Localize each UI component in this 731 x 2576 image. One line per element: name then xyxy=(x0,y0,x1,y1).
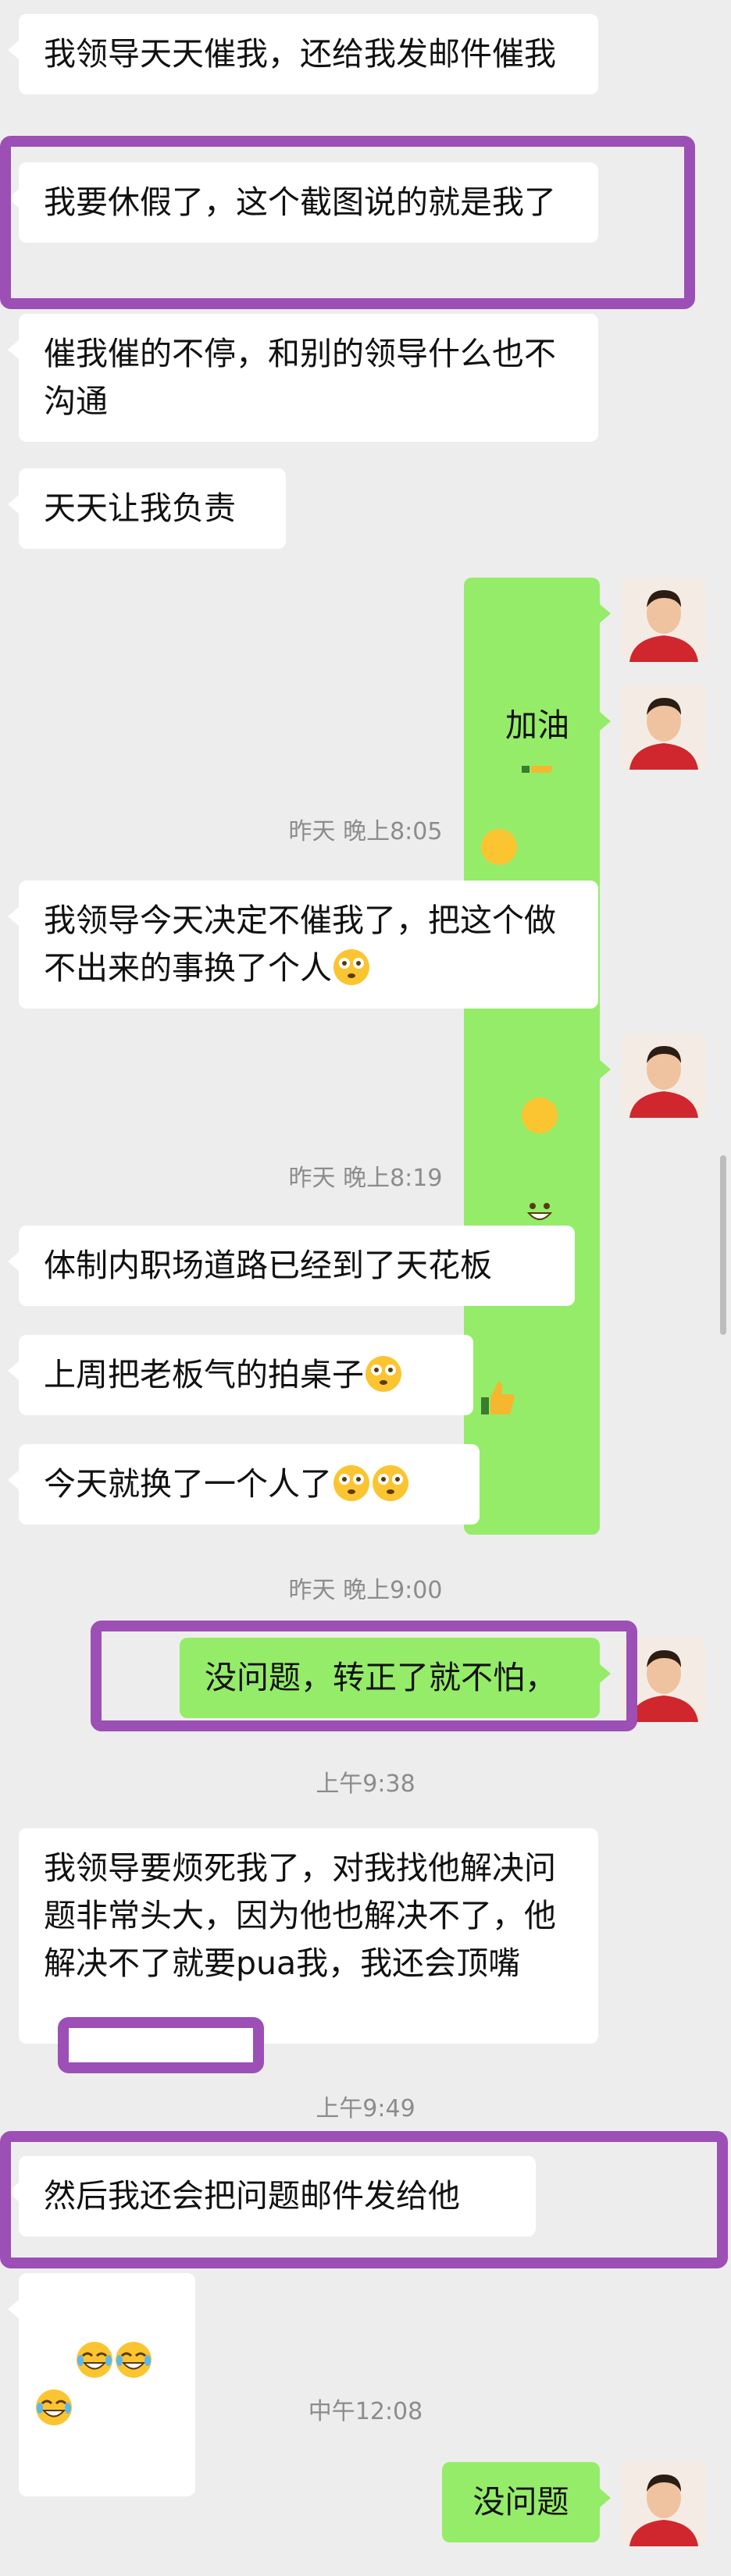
chat-bubble-incoming[interactable]: 催我催的不停，和别的领导什么也不沟通 xyxy=(8,314,598,442)
avatar[interactable] xyxy=(622,685,706,770)
highlight-box xyxy=(91,1621,637,1731)
chat-bubble-outgoing[interactable]: 没问题 xyxy=(442,2462,611,2542)
message-text: 我领导今天决定不催我了，把这个做不出来的事换了个人 xyxy=(44,902,556,987)
timestamp: 中午12:08 xyxy=(308,2398,423,2425)
message-text: 天天让我负责 xyxy=(44,489,236,527)
grin-emoji-icon xyxy=(522,1098,558,1220)
chat-bubble-incoming[interactable]: 我领导天天催我，还给我发邮件催我 xyxy=(8,14,598,94)
message-text: 体制内职场道路已经到了天花板 xyxy=(44,1247,492,1284)
highlight-box xyxy=(0,2131,728,2268)
message-text: 今天就换了一个人了 xyxy=(44,1465,332,1503)
timestamp: 昨天 晚上8:19 xyxy=(288,1165,443,1192)
avatar[interactable] xyxy=(622,578,706,662)
timestamp: 上午9:38 xyxy=(316,1770,415,1798)
scrollbar[interactable] xyxy=(720,1155,726,1335)
message-text: 上周把老板气的拍桌子 xyxy=(44,1356,364,1393)
flushed-emoji-icon xyxy=(333,1465,369,1501)
flushed-emoji-icon xyxy=(366,1356,401,1392)
highlight-box xyxy=(58,2017,264,2073)
thumbs-up-icon xyxy=(522,642,556,773)
joy-emoji-icon xyxy=(77,2342,113,2378)
message-text: 我领导要烦死我了，对我找他解决问题非常头大，因为他也解决不了，他解决不了就要pu… xyxy=(44,1849,556,1982)
joy-emoji-icon xyxy=(116,2342,152,2378)
chat-bubble-incoming[interactable]: 体制内职场道路已经到了天花板 xyxy=(8,1226,575,1306)
flushed-emoji-icon xyxy=(373,1465,408,1501)
chat-bubble-outgoing[interactable]: 加油 xyxy=(475,685,611,766)
chat-bubble-incoming[interactable]: 我领导今天决定不催我了，把这个做不出来的事换了个人 xyxy=(8,881,598,1009)
message-text: 我领导天天催我，还给我发邮件催我 xyxy=(44,35,556,73)
message-text: 催我催的不停，和别的领导什么也不沟通 xyxy=(44,335,556,420)
chat-bubble-incoming[interactable] xyxy=(8,2273,195,2496)
timestamp: 昨天 晚上8:05 xyxy=(288,818,443,845)
timestamp: 上午9:49 xyxy=(316,2095,415,2122)
chat-bubble-incoming[interactable]: 上周把老板气的拍桌子 xyxy=(8,1335,473,1415)
timestamp: 昨天 晚上9:00 xyxy=(288,1577,443,1604)
flushed-emoji-icon xyxy=(333,949,369,985)
avatar[interactable] xyxy=(622,2462,706,2546)
highlight-box xyxy=(0,136,695,309)
avatar[interactable] xyxy=(622,1034,706,1118)
chat-bubble-incoming[interactable]: 我领导要烦死我了，对我找他解决问题非常头大，因为他也解决不了，他解决不了就要pu… xyxy=(19,1828,598,2044)
message-text: 没问题 xyxy=(472,2483,569,2521)
chat-bubble-incoming[interactable]: 今天就换了一个人了 xyxy=(8,1444,480,1525)
message-text: 加油 xyxy=(505,706,569,744)
chat-bubble-incoming[interactable]: 天天让我负责 xyxy=(8,468,286,549)
